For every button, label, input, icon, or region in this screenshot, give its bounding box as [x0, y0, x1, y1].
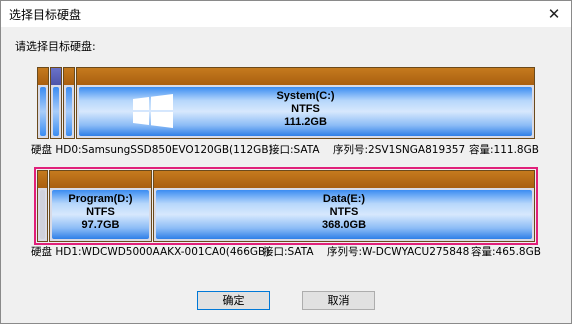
close-icon[interactable]: ✕: [543, 3, 565, 25]
partition-fs: NTFS: [291, 103, 320, 115]
disk-serial: 序列号:W-DCWYACU275848: [327, 246, 470, 258]
partition-fs: NTFS: [329, 206, 359, 218]
ok-button[interactable]: 确定: [197, 291, 270, 310]
disk-map-hd0[interactable]: System(C:) NTFS 111.2GB: [37, 67, 535, 139]
disk-map-hd1[interactable]: Program(D:) NTFS 97.7GB Data(E:) NTFS 36…: [34, 167, 538, 245]
disk-interface: 接口:SATA: [263, 246, 314, 258]
partition-name: System(C:): [276, 90, 335, 102]
partition-size: 97.7GB: [81, 219, 120, 231]
partition-size: 368.0GB: [321, 219, 367, 231]
select-disk-dialog: 选择目标硬盘 ✕ 请选择目标硬盘: System(C:) NTFS 111.2G…: [0, 0, 572, 324]
disk-capacity: 容量:111.8GB: [469, 144, 539, 156]
partition-name: Data(E:): [322, 193, 366, 205]
title-bar[interactable]: 选择目标硬盘 ✕: [1, 1, 571, 27]
partition-program-d[interactable]: Program(D:) NTFS 97.7GB: [49, 170, 152, 242]
partition-hd0-2[interactable]: [50, 67, 62, 139]
partition-name: Program(D:): [68, 193, 133, 205]
select-disk-prompt: 请选择目标硬盘:: [15, 40, 96, 53]
partition-system-c[interactable]: System(C:) NTFS 111.2GB: [76, 67, 535, 139]
disk-model: 硬盘 HD0:SamsungSSD850EVO120GB(112GB): [31, 144, 273, 156]
partition-data-e[interactable]: Data(E:) NTFS 368.0GB: [153, 170, 535, 242]
disk-serial: 序列号:2SV1SNGA819357: [333, 144, 466, 156]
cancel-button[interactable]: 取消: [302, 291, 375, 310]
disk-model: 硬盘 HD1:WDCWD5000AAKX-001CA0(466GB): [31, 246, 270, 258]
partition-size: 111.2GB: [284, 116, 327, 128]
partition-hd0-1[interactable]: [37, 67, 49, 139]
disk-interface: 接口:SATA: [269, 144, 320, 156]
partition-label: Data(E:) NTFS 368.0GB: [154, 193, 534, 232]
dialog-title: 选择目标硬盘: [9, 8, 82, 22]
disk-capacity: 容量:465.8GB: [471, 246, 541, 258]
partition-hd0-3[interactable]: [63, 67, 75, 139]
partition-label: Program(D:) NTFS 97.7GB: [50, 193, 151, 232]
partition-hd1-1[interactable]: [37, 170, 48, 242]
partition-fs: NTFS: [86, 206, 115, 218]
partition-label: System(C:) NTFS 111.2GB: [77, 90, 534, 129]
